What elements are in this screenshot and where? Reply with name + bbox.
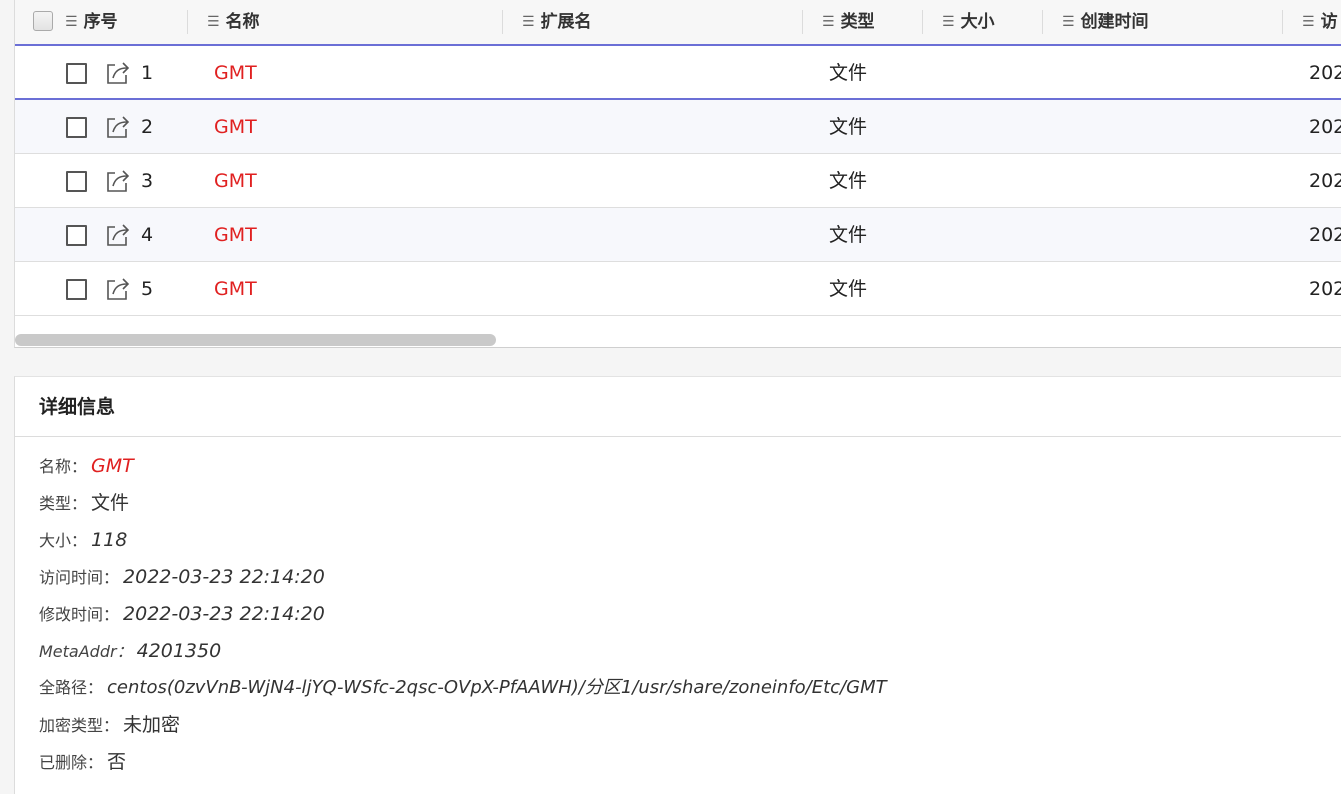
- column-header-extension[interactable]: ☰ 扩展名: [522, 0, 592, 44]
- row-type: 文件: [829, 224, 868, 246]
- row-type: 文件: [829, 278, 868, 300]
- detail-name: 名称： GMT: [39, 451, 1341, 488]
- row-index: 3: [141, 170, 154, 192]
- detail-label: 已删除：: [39, 753, 104, 772]
- row-index: 2: [141, 116, 154, 138]
- detail-type: 类型： 文件: [39, 488, 1341, 525]
- detail-label: 访问时间：: [39, 568, 120, 587]
- column-divider[interactable]: [922, 10, 923, 34]
- detail-value: GMT: [91, 455, 134, 477]
- table-row[interactable]: 4 GMT 文件 202: [15, 208, 1341, 262]
- list-icon: ☰: [207, 14, 220, 30]
- row-checkbox[interactable]: [66, 63, 87, 84]
- list-icon: ☰: [1062, 14, 1075, 30]
- row-checkbox[interactable]: [66, 171, 87, 192]
- horizontal-scrollbar[interactable]: [15, 332, 1341, 346]
- row-accessed: 202: [1309, 170, 1341, 192]
- list-icon: ☰: [822, 14, 835, 30]
- detail-value: 2022-03-23 22:14:20: [123, 566, 325, 588]
- row-index: 5: [141, 278, 154, 300]
- column-header-size[interactable]: ☰ 大小: [942, 0, 995, 44]
- external-open-icon[interactable]: [103, 221, 131, 249]
- column-divider[interactable]: [502, 10, 503, 34]
- row-name[interactable]: GMT: [214, 208, 257, 262]
- column-divider[interactable]: [1042, 10, 1043, 34]
- detail-value: 2022-03-23 22:14:20: [123, 603, 325, 625]
- row-index: 4: [141, 224, 154, 246]
- detail-label: 类型：: [39, 494, 88, 513]
- column-header-accessed[interactable]: ☰ 访: [1302, 0, 1338, 44]
- detail-label: 名称：: [39, 457, 88, 476]
- row-index: 1: [141, 62, 154, 84]
- details-list: 名称： GMT 类型： 文件 大小： 118 访问时间： 2022-03-23 22:1…: [15, 437, 1341, 784]
- row-accessed: 202: [1309, 116, 1341, 138]
- select-all-checkbox[interactable]: [33, 11, 53, 31]
- row-accessed: 202: [1309, 278, 1341, 300]
- details-title: 详细信息: [15, 377, 1341, 437]
- external-open-icon[interactable]: [103, 275, 131, 303]
- detail-value: 118: [91, 529, 128, 551]
- detail-deleted: 已删除：否: [39, 747, 1341, 784]
- row-type: 文件: [829, 116, 868, 138]
- column-divider[interactable]: [187, 10, 188, 34]
- list-icon: ☰: [65, 14, 78, 30]
- column-header-created[interactable]: ☰ 创建时间: [1062, 0, 1149, 44]
- list-icon: ☰: [522, 14, 535, 30]
- detail-value: 文件: [91, 492, 130, 514]
- detail-full-path: 全路径： centos(0zvVnB-WjN4-ljYQ-WSfc-2qsc-OV…: [39, 673, 1341, 710]
- row-type: 文件: [829, 62, 868, 84]
- external-open-icon[interactable]: [103, 167, 131, 195]
- detail-label: MetaAddr：: [39, 642, 133, 661]
- column-header-type[interactable]: ☰ 类型: [822, 0, 875, 44]
- table-body: 1 GMT 文件 202 2 GMT 文件 202: [15, 46, 1341, 316]
- detail-value: 未加密: [123, 714, 181, 736]
- detail-value: 4201350: [136, 640, 222, 662]
- detail-modify-time: 修改时间： 2022-03-23 22:14:20: [39, 599, 1341, 636]
- row-checkbox[interactable]: [66, 117, 87, 138]
- table-header: ☰ 序号 ☰ 名称 ☰ 扩展名 ☰ 类型 ☰ 大小 ☰ 创建时间 ☰ 访: [15, 0, 1341, 46]
- table-row[interactable]: 5 GMT 文件 202: [15, 262, 1341, 316]
- row-name[interactable]: GMT: [214, 100, 257, 154]
- detail-value: centos(0zvVnB-WjN4-ljYQ-WSfc-2qsc-OVpX-P…: [107, 677, 887, 698]
- column-divider[interactable]: [802, 10, 803, 34]
- detail-encryption: 加密类型： 未加密: [39, 710, 1341, 747]
- detail-meta-addr: MetaAddr： 4201350: [39, 636, 1341, 673]
- table-row[interactable]: 1 GMT 文件 202: [15, 46, 1341, 100]
- detail-label: 修改时间：: [39, 605, 120, 624]
- detail-size: 大小： 118: [39, 525, 1341, 562]
- row-accessed: 202: [1309, 62, 1341, 84]
- row-name[interactable]: GMT: [214, 154, 257, 208]
- file-table: ☰ 序号 ☰ 名称 ☰ 扩展名 ☰ 类型 ☰ 大小 ☰ 创建时间 ☰ 访 1 G…: [14, 0, 1341, 348]
- details-panel: 详细信息 名称： GMT 类型： 文件 大小： 118 访问时间： 2022-03-23…: [14, 376, 1341, 794]
- row-checkbox[interactable]: [66, 225, 87, 246]
- external-open-icon[interactable]: [103, 113, 131, 141]
- row-name[interactable]: GMT: [214, 262, 257, 316]
- column-header-index[interactable]: ☰ 序号: [65, 0, 118, 44]
- row-name[interactable]: GMT: [214, 46, 257, 100]
- detail-label: 加密类型：: [39, 716, 120, 735]
- list-icon: ☰: [1302, 14, 1315, 30]
- table-row[interactable]: 2 GMT 文件 202: [15, 100, 1341, 154]
- row-type: 文件: [829, 170, 868, 192]
- detail-value: 否: [107, 751, 127, 773]
- row-checkbox[interactable]: [66, 279, 87, 300]
- scrollbar-thumb[interactable]: [15, 334, 496, 346]
- column-divider[interactable]: [1282, 10, 1283, 34]
- external-open-icon[interactable]: [103, 59, 131, 87]
- list-icon: ☰: [942, 14, 955, 30]
- table-row[interactable]: 3 GMT 文件 202: [15, 154, 1341, 208]
- detail-label: 大小：: [39, 531, 88, 550]
- column-header-name[interactable]: ☰ 名称: [207, 0, 260, 44]
- detail-label: 全路径：: [39, 678, 104, 697]
- row-accessed: 202: [1309, 224, 1341, 246]
- detail-access-time: 访问时间： 2022-03-23 22:14:20: [39, 562, 1341, 599]
